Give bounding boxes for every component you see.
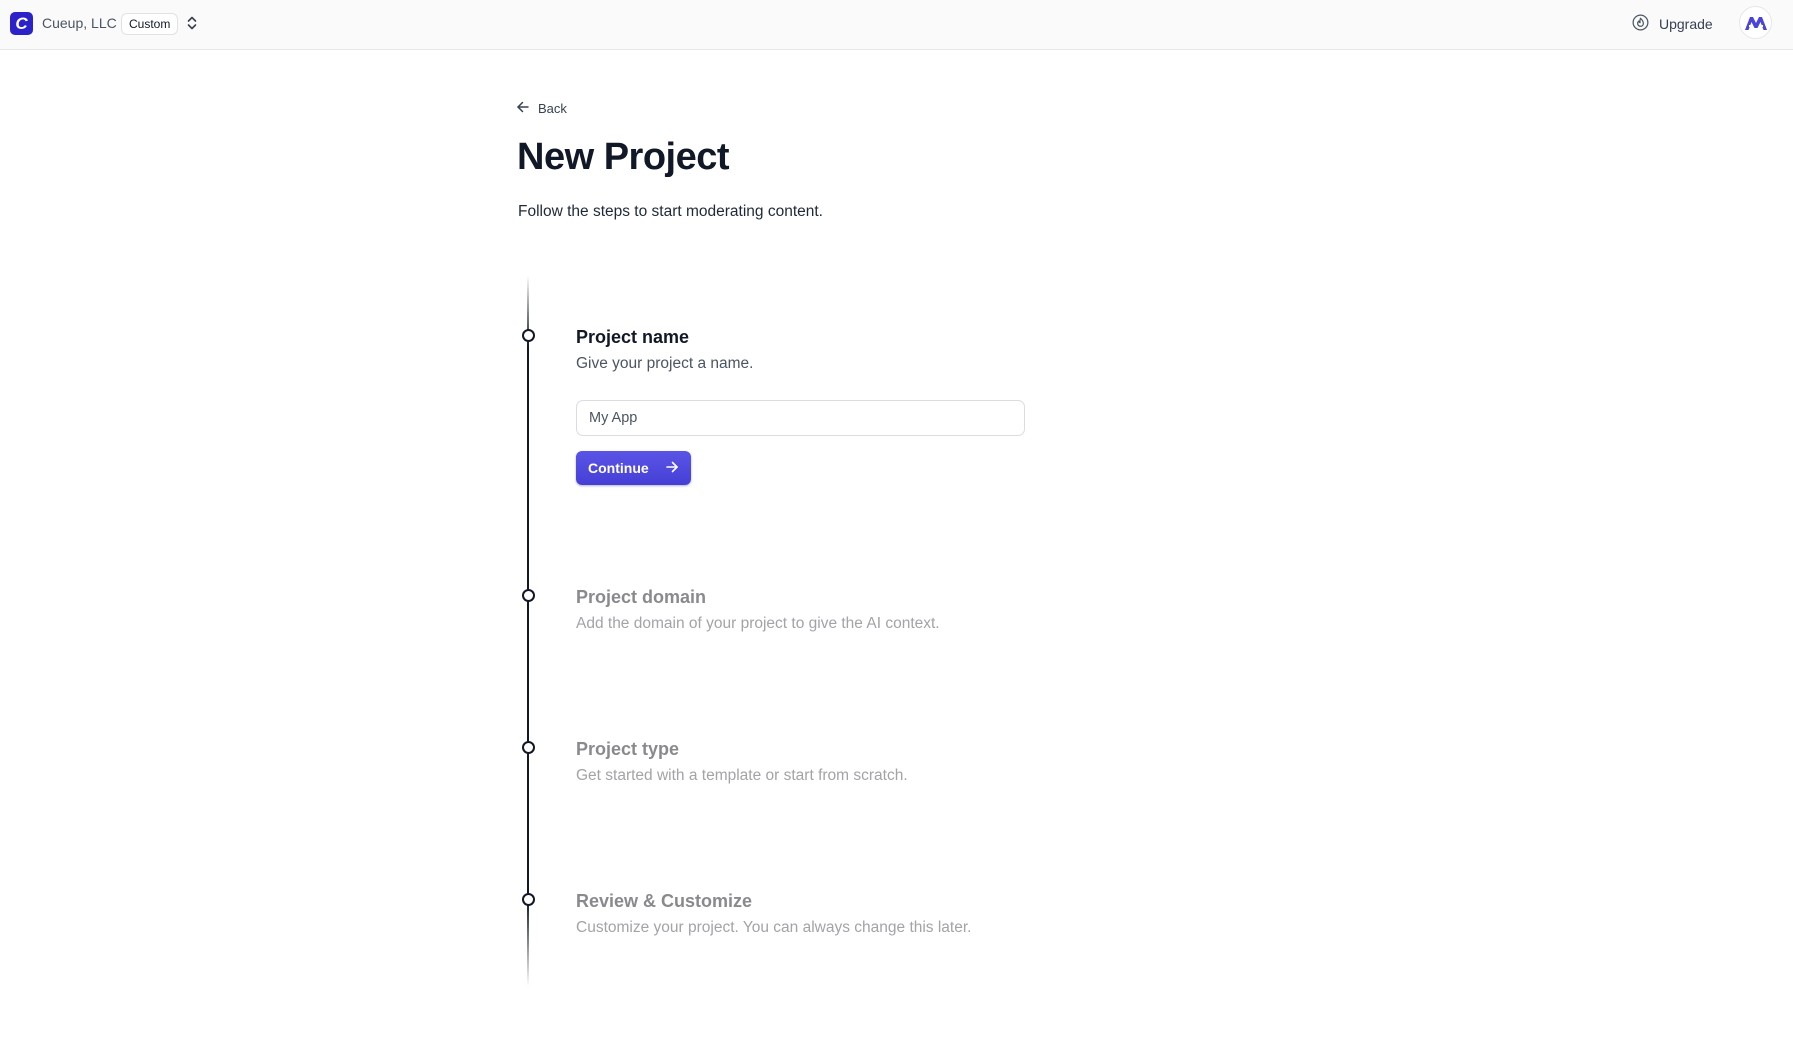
stepper-timeline-line — [527, 276, 529, 986]
org-name[interactable]: Cueup, LLC — [42, 15, 117, 31]
step-indicator-dot — [522, 741, 535, 754]
page-title: New Project — [517, 136, 730, 178]
continue-label: Continue — [588, 460, 649, 476]
upgrade-button[interactable]: Upgrade — [1632, 12, 1713, 36]
step-title: Review & Customize — [576, 891, 753, 911]
project-name-input[interactable] — [576, 400, 1025, 436]
flame-icon — [1632, 14, 1649, 34]
step-description: Give your project a name. — [576, 355, 754, 372]
org-logo[interactable]: C — [10, 12, 33, 35]
arrow-right-icon — [665, 460, 679, 477]
continue-button[interactable]: Continue — [576, 451, 691, 485]
step-indicator-dot — [522, 329, 535, 342]
arrow-left-icon — [516, 100, 530, 117]
step-title: Project name — [576, 327, 690, 347]
back-link[interactable]: Back — [516, 100, 567, 117]
upgrade-label: Upgrade — [1659, 16, 1713, 32]
page-subtitle: Follow the steps to start moderating con… — [518, 203, 823, 220]
plan-badge: Custom — [121, 13, 179, 35]
chevron-up-down-icon[interactable] — [184, 14, 200, 32]
step-title: Project type — [576, 739, 680, 759]
top-bar: C Cueup, LLC Custom Upgrade — [0, 0, 1793, 50]
back-label: Back — [538, 101, 567, 116]
step-indicator-dot — [522, 893, 535, 906]
user-avatar[interactable] — [1739, 6, 1772, 39]
step-description: Add the domain of your project to give t… — [576, 615, 940, 632]
step-description: Get started with a template or start fro… — [576, 767, 908, 784]
step-title: Project domain — [576, 587, 707, 607]
step-description: Customize your project. You can always c… — [576, 919, 972, 936]
step-indicator-dot — [522, 589, 535, 602]
